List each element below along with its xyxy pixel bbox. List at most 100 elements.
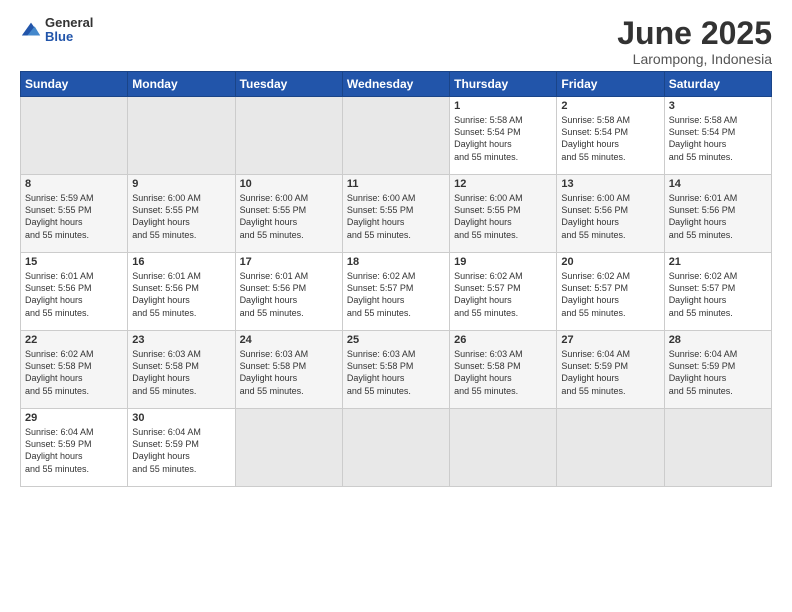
header-right: June 2025 Larompong, Indonesia <box>20 16 772 67</box>
table-row <box>235 409 342 487</box>
day-number: 11 <box>347 178 445 190</box>
table-row <box>450 409 557 487</box>
day-info: Sunrise: 6:04 AM Sunset: 5:59 PM Dayligh… <box>669 348 767 397</box>
table-row: 17 Sunrise: 6:01 AM Sunset: 5:56 PM Dayl… <box>235 253 342 331</box>
day-number: 22 <box>25 334 123 346</box>
day-info: Sunrise: 6:03 AM Sunset: 5:58 PM Dayligh… <box>347 348 445 397</box>
day-number: 14 <box>669 178 767 190</box>
day-info: Sunrise: 6:04 AM Sunset: 5:59 PM Dayligh… <box>132 426 230 475</box>
table-row: 24 Sunrise: 6:03 AM Sunset: 5:58 PM Dayl… <box>235 331 342 409</box>
table-row: 10 Sunrise: 6:00 AM Sunset: 5:55 PM Dayl… <box>235 175 342 253</box>
logo-icon <box>20 19 42 41</box>
table-row: 23 Sunrise: 6:03 AM Sunset: 5:58 PM Dayl… <box>128 331 235 409</box>
table-row: 21 Sunrise: 6:02 AM Sunset: 5:57 PM Dayl… <box>664 253 771 331</box>
day-info: Sunrise: 5:58 AM Sunset: 5:54 PM Dayligh… <box>561 114 659 163</box>
day-number: 21 <box>669 256 767 268</box>
calendar-week-row: 1 Sunrise: 5:58 AM Sunset: 5:54 PM Dayli… <box>21 97 772 175</box>
table-row: 20 Sunrise: 6:02 AM Sunset: 5:57 PM Dayl… <box>557 253 664 331</box>
table-row: 25 Sunrise: 6:03 AM Sunset: 5:58 PM Dayl… <box>342 331 449 409</box>
table-row: 2 Sunrise: 5:58 AM Sunset: 5:54 PM Dayli… <box>557 97 664 175</box>
table-row <box>235 97 342 175</box>
logo-blue-text: Blue <box>45 30 93 44</box>
day-info: Sunrise: 6:02 AM Sunset: 5:57 PM Dayligh… <box>561 270 659 319</box>
table-row: 1 Sunrise: 5:58 AM Sunset: 5:54 PM Dayli… <box>450 97 557 175</box>
table-row <box>128 97 235 175</box>
day-number: 16 <box>132 256 230 268</box>
calendar-week-row: 8 Sunrise: 5:59 AM Sunset: 5:55 PM Dayli… <box>21 175 772 253</box>
day-number: 2 <box>561 100 659 112</box>
day-number: 9 <box>132 178 230 190</box>
day-number: 19 <box>454 256 552 268</box>
day-number: 20 <box>561 256 659 268</box>
col-saturday: Saturday <box>664 72 771 97</box>
table-row: 19 Sunrise: 6:02 AM Sunset: 5:57 PM Dayl… <box>450 253 557 331</box>
table-row: 22 Sunrise: 6:02 AM Sunset: 5:58 PM Dayl… <box>21 331 128 409</box>
day-info: Sunrise: 5:58 AM Sunset: 5:54 PM Dayligh… <box>669 114 767 163</box>
day-number: 1 <box>454 100 552 112</box>
table-row: 30 Sunrise: 6:04 AM Sunset: 5:59 PM Dayl… <box>128 409 235 487</box>
col-friday: Friday <box>557 72 664 97</box>
day-number: 28 <box>669 334 767 346</box>
day-number: 27 <box>561 334 659 346</box>
col-monday: Monday <box>128 72 235 97</box>
day-number: 12 <box>454 178 552 190</box>
col-thursday: Thursday <box>450 72 557 97</box>
day-number: 26 <box>454 334 552 346</box>
day-info: Sunrise: 6:01 AM Sunset: 5:56 PM Dayligh… <box>25 270 123 319</box>
day-number: 13 <box>561 178 659 190</box>
day-number: 25 <box>347 334 445 346</box>
table-row: 26 Sunrise: 6:03 AM Sunset: 5:58 PM Dayl… <box>450 331 557 409</box>
calendar-week-row: 22 Sunrise: 6:02 AM Sunset: 5:58 PM Dayl… <box>21 331 772 409</box>
table-row: 8 Sunrise: 5:59 AM Sunset: 5:55 PM Dayli… <box>21 175 128 253</box>
day-number: 3 <box>669 100 767 112</box>
day-info: Sunrise: 6:01 AM Sunset: 5:56 PM Dayligh… <box>132 270 230 319</box>
day-info: Sunrise: 6:03 AM Sunset: 5:58 PM Dayligh… <box>132 348 230 397</box>
table-row: 15 Sunrise: 6:01 AM Sunset: 5:56 PM Dayl… <box>21 253 128 331</box>
day-info: Sunrise: 6:03 AM Sunset: 5:58 PM Dayligh… <box>454 348 552 397</box>
table-row: 29 Sunrise: 6:04 AM Sunset: 5:59 PM Dayl… <box>21 409 128 487</box>
col-tuesday: Tuesday <box>235 72 342 97</box>
table-row <box>342 97 449 175</box>
day-number: 17 <box>240 256 338 268</box>
table-row: 12 Sunrise: 6:00 AM Sunset: 5:55 PM Dayl… <box>450 175 557 253</box>
day-info: Sunrise: 6:00 AM Sunset: 5:55 PM Dayligh… <box>240 192 338 241</box>
day-info: Sunrise: 5:58 AM Sunset: 5:54 PM Dayligh… <box>454 114 552 163</box>
day-info: Sunrise: 6:01 AM Sunset: 5:56 PM Dayligh… <box>669 192 767 241</box>
day-info: Sunrise: 6:00 AM Sunset: 5:55 PM Dayligh… <box>347 192 445 241</box>
day-info: Sunrise: 6:02 AM Sunset: 5:57 PM Dayligh… <box>454 270 552 319</box>
col-wednesday: Wednesday <box>342 72 449 97</box>
day-number: 30 <box>132 412 230 424</box>
day-info: Sunrise: 6:02 AM Sunset: 5:57 PM Dayligh… <box>669 270 767 319</box>
day-info: Sunrise: 6:01 AM Sunset: 5:56 PM Dayligh… <box>240 270 338 319</box>
day-info: Sunrise: 6:00 AM Sunset: 5:56 PM Dayligh… <box>561 192 659 241</box>
day-info: Sunrise: 6:04 AM Sunset: 5:59 PM Dayligh… <box>561 348 659 397</box>
day-info: Sunrise: 6:00 AM Sunset: 5:55 PM Dayligh… <box>132 192 230 241</box>
calendar-week-row: 15 Sunrise: 6:01 AM Sunset: 5:56 PM Dayl… <box>21 253 772 331</box>
page: General Blue June 2025 Larompong, Indone… <box>0 0 792 612</box>
table-row <box>557 409 664 487</box>
table-row <box>342 409 449 487</box>
table-row: 14 Sunrise: 6:01 AM Sunset: 5:56 PM Dayl… <box>664 175 771 253</box>
table-row: 9 Sunrise: 6:00 AM Sunset: 5:55 PM Dayli… <box>128 175 235 253</box>
table-row: 27 Sunrise: 6:04 AM Sunset: 5:59 PM Dayl… <box>557 331 664 409</box>
day-info: Sunrise: 6:04 AM Sunset: 5:59 PM Dayligh… <box>25 426 123 475</box>
day-info: Sunrise: 6:02 AM Sunset: 5:58 PM Dayligh… <box>25 348 123 397</box>
day-number: 15 <box>25 256 123 268</box>
day-number: 24 <box>240 334 338 346</box>
day-number: 23 <box>132 334 230 346</box>
table-row <box>664 409 771 487</box>
day-number: 10 <box>240 178 338 190</box>
location-title: Larompong, Indonesia <box>20 51 772 67</box>
day-number: 18 <box>347 256 445 268</box>
table-row <box>21 97 128 175</box>
day-info: Sunrise: 6:00 AM Sunset: 5:55 PM Dayligh… <box>454 192 552 241</box>
table-row: 11 Sunrise: 6:00 AM Sunset: 5:55 PM Dayl… <box>342 175 449 253</box>
day-number: 29 <box>25 412 123 424</box>
calendar-week-row: 29 Sunrise: 6:04 AM Sunset: 5:59 PM Dayl… <box>21 409 772 487</box>
logo-general-text: General <box>45 16 93 30</box>
month-title: June 2025 <box>20 16 772 51</box>
table-row: 28 Sunrise: 6:04 AM Sunset: 5:59 PM Dayl… <box>664 331 771 409</box>
day-info: Sunrise: 5:59 AM Sunset: 5:55 PM Dayligh… <box>25 192 123 241</box>
table-row: 13 Sunrise: 6:00 AM Sunset: 5:56 PM Dayl… <box>557 175 664 253</box>
col-sunday: Sunday <box>21 72 128 97</box>
